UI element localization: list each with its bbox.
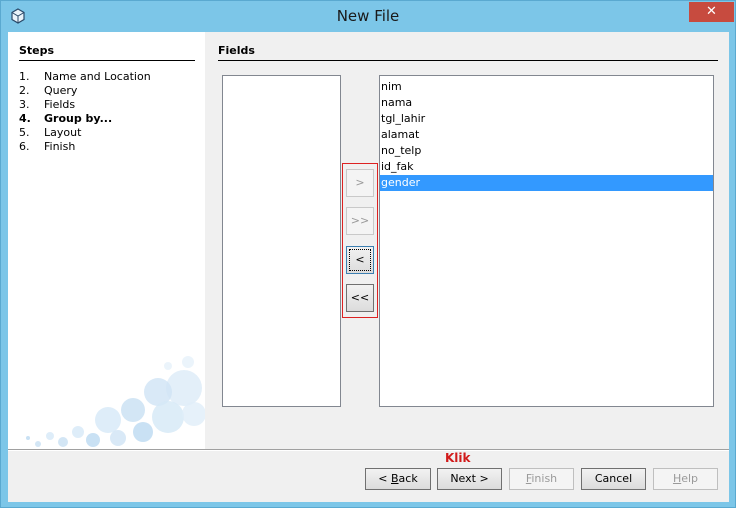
step-number: 6. bbox=[19, 140, 30, 153]
add-field-button[interactable]: > bbox=[346, 169, 374, 197]
field-list-item[interactable]: id_fak bbox=[380, 159, 713, 175]
step-label: Name and Location bbox=[44, 70, 151, 83]
step-item: 5. Layout bbox=[19, 126, 151, 140]
remove-field-button[interactable]: < bbox=[346, 246, 374, 274]
help-mnemonic: H bbox=[672, 472, 682, 485]
steps-heading: Steps bbox=[19, 44, 195, 61]
step-item: 3. Fields bbox=[19, 98, 151, 112]
back-prefix: < bbox=[378, 472, 391, 485]
finish-label-rest: inish bbox=[531, 472, 558, 485]
title-bar[interactable]: New File ✕ bbox=[1, 1, 735, 31]
step-item: 1. Name and Location bbox=[19, 70, 151, 84]
field-list-item[interactable]: no_telp bbox=[380, 143, 713, 159]
field-list-item[interactable]: nim bbox=[380, 79, 713, 95]
help-label-rest: elp bbox=[681, 472, 699, 485]
step-item: 6. Finish bbox=[19, 140, 151, 154]
step-number: 5. bbox=[19, 126, 30, 139]
step-number: 2. bbox=[19, 84, 30, 97]
selected-fields-list[interactable]: nim nama tgl_lahir alamat no_telp id_fak gende… bbox=[379, 75, 714, 407]
remove-all-fields-button[interactable]: << bbox=[346, 284, 374, 312]
add-all-fields-button[interactable]: >> bbox=[346, 207, 374, 235]
step-label: Layout bbox=[44, 126, 82, 139]
step-number: 4. bbox=[19, 112, 31, 125]
dialog-content: Steps 1. Name and Location 2. Query 3. Fields… bbox=[8, 32, 729, 502]
back-button[interactable]: < Back bbox=[365, 468, 431, 490]
help-button[interactable]: Help bbox=[653, 468, 718, 490]
step-label: Group by... bbox=[44, 112, 113, 125]
step-label: Fields bbox=[44, 98, 76, 111]
dialog-window: New File ✕ Steps 1. Name and Location 2. Qu… bbox=[0, 0, 736, 508]
close-icon: ✕ bbox=[706, 4, 717, 19]
finish-button[interactable]: Finish bbox=[509, 468, 574, 490]
step-item: 2. Query bbox=[19, 84, 151, 98]
field-list-item[interactable]: nama bbox=[380, 95, 713, 111]
fields-heading: Fields bbox=[218, 44, 718, 61]
next-button[interactable]: Next > bbox=[437, 468, 502, 490]
steps-list: 1. Name and Location 2. Query 3. Fields 4. Grou… bbox=[19, 70, 151, 154]
back-label-rest: ack bbox=[398, 472, 418, 485]
step-number: 1. bbox=[19, 70, 30, 83]
decorative-bubbles-image bbox=[26, 356, 205, 447]
window-title: New File bbox=[336, 7, 400, 25]
available-fields-list[interactable] bbox=[222, 75, 341, 407]
step-label: Query bbox=[44, 84, 78, 97]
cancel-button[interactable]: Cancel bbox=[581, 468, 646, 490]
field-list-item[interactable]: alamat bbox=[380, 127, 713, 143]
annotation-label: Klik bbox=[445, 451, 471, 465]
field-list-item[interactable]: tgl_lahir bbox=[380, 111, 713, 127]
step-item: 4. Group by... bbox=[19, 112, 151, 126]
footer-divider-highlight bbox=[8, 450, 729, 451]
back-mnemonic: B bbox=[391, 472, 399, 485]
step-label: Finish bbox=[44, 140, 76, 153]
steps-panel: Steps 1. Name and Location 2. Query 3. Fields… bbox=[8, 32, 205, 449]
step-number: 3. bbox=[19, 98, 30, 111]
field-list-item[interactable]: gender bbox=[380, 175, 713, 191]
close-button[interactable]: ✕ bbox=[689, 2, 734, 22]
